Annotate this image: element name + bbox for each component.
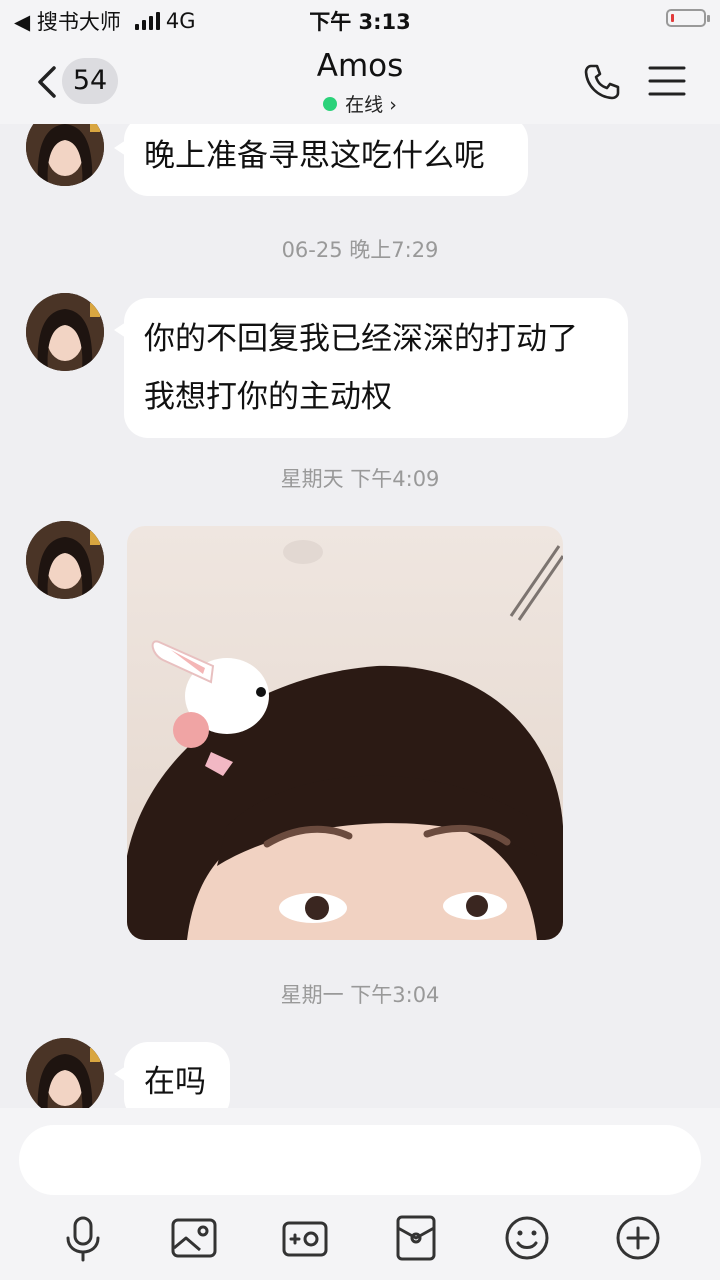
message-bubble[interactable]: 你的不回复我已经深深的打动了 我想打你的主动权	[114, 298, 628, 438]
plus-icon[interactable]	[614, 1214, 662, 1262]
message-timestamp: 06-25 晚上7:29	[281, 238, 439, 262]
message-input[interactable]	[19, 1125, 701, 1195]
composer	[0, 1108, 720, 1280]
status-bar: ◀ 搜书大师 4G 下午 3:13	[0, 0, 720, 40]
battery-icon	[666, 9, 710, 27]
online-dot-icon	[323, 96, 338, 111]
message-bubble[interactable]: 在吗	[114, 1042, 230, 1108]
status-time: 下午 3:13	[309, 10, 411, 34]
message-bubble[interactable]: 晚上准备寻思这吃什么呢	[114, 124, 528, 196]
message-timestamp: 星期一 下午3:04	[280, 983, 440, 1007]
message-text-line: 你的不回复我已经深深的打动了	[144, 321, 578, 357]
message-text: 在吗	[144, 1064, 206, 1100]
camera-icon[interactable]	[281, 1214, 329, 1262]
message-list[interactable]: 晚上准备寻思这吃什么呢 06-25 晚上7:29 你的不回复我已经深深的打动了 …	[0, 124, 720, 1108]
contact-avatar[interactable]	[26, 521, 104, 599]
contact-avatar[interactable]	[26, 124, 104, 186]
phone-call-icon[interactable]	[582, 62, 622, 102]
online-status-label: 在线 ›	[345, 94, 397, 116]
contact-avatar[interactable]	[26, 293, 104, 371]
message-photo[interactable]	[127, 526, 563, 940]
menu-icon[interactable]	[648, 64, 686, 98]
message-timestamp: 星期天 下午4:09	[280, 467, 440, 491]
microphone-icon[interactable]	[59, 1214, 107, 1262]
message-text: 晚上准备寻思这吃什么呢	[144, 138, 485, 174]
emoji-icon[interactable]	[503, 1214, 551, 1262]
image-icon[interactable]	[170, 1214, 218, 1262]
chat-header: 54 Amos 在线 ›	[0, 40, 720, 124]
message-text-line: 我想打你的主动权	[144, 379, 392, 415]
red-packet-icon[interactable]	[392, 1214, 440, 1262]
contact-avatar[interactable]	[26, 1038, 104, 1108]
